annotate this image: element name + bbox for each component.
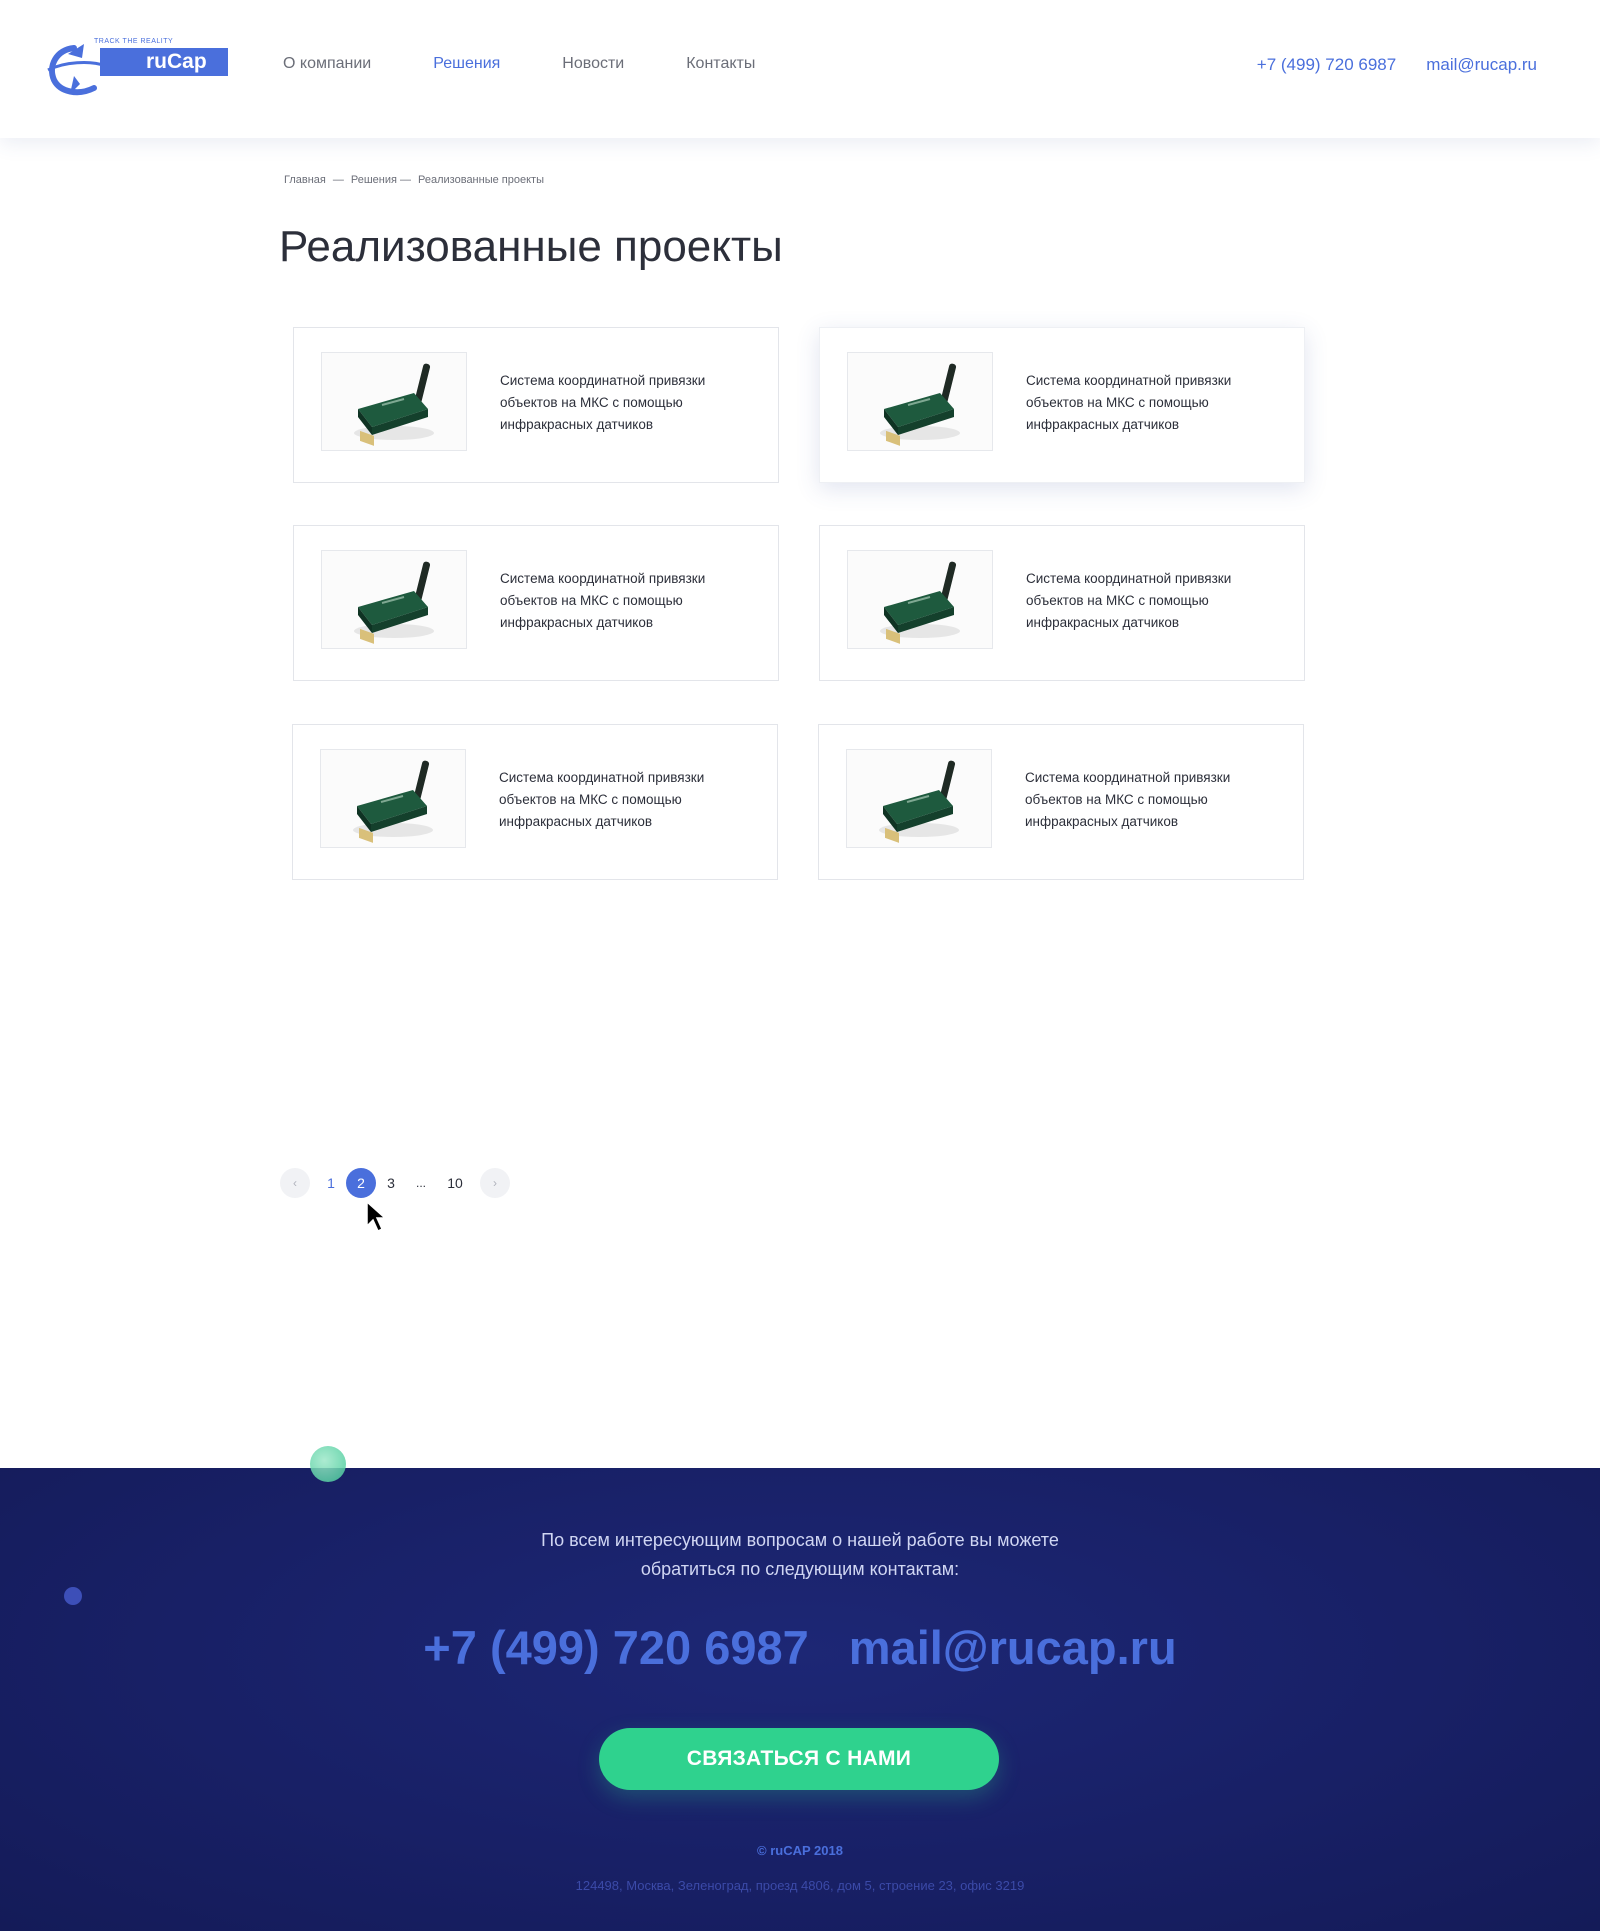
footer-lead-text: По всем интересующим вопросам о нашей ра… — [0, 1526, 1600, 1584]
pagination-ellipsis: ... — [415, 1176, 426, 1190]
project-thumbnail — [846, 749, 992, 848]
company-address: 124498, Москва, Зеленоград, проезд 4806,… — [575, 1878, 1025, 1893]
project-title: Система координатной привязки объектов н… — [1025, 770, 1231, 829]
breadcrumb-separator: — — [332, 174, 344, 186]
project-title: Система координатной привязки объектов н… — [500, 373, 706, 432]
wireless-modem-icon — [880, 561, 960, 644]
project-title: Система координатной привязки объектов н… — [500, 571, 706, 630]
page-title: Реализованные проекты — [279, 222, 783, 271]
contact-us-button[interactable]: СВЯЗАТЬСЯ С НАМИ — [599, 1728, 999, 1790]
footer-email-link[interactable]: mail@rucap.ru — [849, 1620, 1177, 1675]
project-card[interactable]: Система координатной привязки объектов н… — [293, 525, 779, 681]
project-card[interactable]: Система координатной привязки объектов н… — [819, 327, 1305, 483]
pagination-page-3[interactable]: 3 — [376, 1168, 406, 1198]
header-contacts: +7 (499) 720 6987 mail@rucap.ru — [1227, 55, 1537, 75]
footer-lead-line: обратиться по следующим контактам: — [640, 1559, 960, 1579]
project-card[interactable]: Система координатной привязки объектов н… — [818, 724, 1304, 880]
mouse-cursor-icon — [366, 1200, 387, 1233]
project-card[interactable]: Система координатной привязки объектов н… — [292, 724, 778, 880]
header-email-link[interactable]: mail@rucap.ru — [1426, 55, 1537, 75]
breadcrumb: Главная — Решения — Реализованные проект… — [284, 174, 551, 186]
nav-item-news[interactable]: Новости — [562, 55, 624, 73]
pagination-page-last[interactable]: 10 — [440, 1168, 470, 1198]
pagination: ‹ 1 2 3 ... 10 › — [280, 1168, 510, 1198]
pagination-page-1[interactable]: 1 — [316, 1168, 346, 1198]
nav-item-solutions[interactable]: Решения — [433, 55, 500, 73]
rucap-logo[interactable]: TRACK THE REALITY ruCap — [44, 36, 228, 108]
project-thumbnail — [320, 749, 466, 848]
wireless-modem-icon — [880, 363, 960, 446]
copyright: © ruCAP 2018 — [757, 1843, 843, 1858]
project-title: Система координатной привязки объектов н… — [1026, 373, 1232, 432]
pagination-page-current[interactable]: 2 — [346, 1168, 376, 1198]
footer-contacts: +7 (499) 720 6987 mail@rucap.ru — [0, 1620, 1600, 1675]
decorative-circle — [310, 1446, 346, 1482]
pagination-prev-button[interactable]: ‹ — [280, 1168, 310, 1198]
footer-lead-line: По всем интересующим вопросам о нашей ра… — [541, 1530, 1059, 1550]
chevron-left-icon: ‹ — [293, 1176, 297, 1190]
wireless-modem-icon — [354, 561, 434, 644]
breadcrumb-solutions[interactable]: Решения — — [351, 174, 411, 186]
wireless-modem-icon — [353, 760, 433, 843]
project-thumbnail — [847, 550, 993, 649]
logo-tagline: TRACK THE REALITY — [94, 38, 174, 45]
decorative-dot — [64, 1587, 82, 1605]
chevron-right-icon: › — [493, 1176, 497, 1190]
pagination-next-button[interactable]: › — [480, 1168, 510, 1198]
footer-phone-link[interactable]: +7 (499) 720 6987 — [423, 1620, 808, 1675]
main-nav: О компании Решения Новости Контакты — [283, 55, 817, 73]
project-thumbnail — [847, 352, 993, 451]
wireless-modem-icon — [354, 363, 434, 446]
header-phone-link[interactable]: +7 (499) 720 6987 — [1257, 55, 1396, 75]
breadcrumb-current: Реализованные проекты — [418, 174, 544, 186]
project-title: Система координатной привязки объектов н… — [1026, 571, 1232, 630]
nav-item-contacts[interactable]: Контакты — [686, 55, 755, 73]
nav-item-about[interactable]: О компании — [283, 55, 371, 73]
breadcrumb-home[interactable]: Главная — [284, 174, 326, 186]
project-title: Система координатной привязки объектов н… — [499, 770, 705, 829]
logo-wordmark: ruCap — [100, 48, 228, 76]
wireless-modem-icon — [879, 760, 959, 843]
project-card[interactable]: Система координатной привязки объектов н… — [819, 525, 1305, 681]
project-thumbnail — [321, 550, 467, 649]
project-thumbnail — [321, 352, 467, 451]
project-card[interactable]: Система координатной привязки объектов н… — [293, 327, 779, 483]
site-header: TRACK THE REALITY ruCap О компании Решен… — [0, 0, 1600, 138]
